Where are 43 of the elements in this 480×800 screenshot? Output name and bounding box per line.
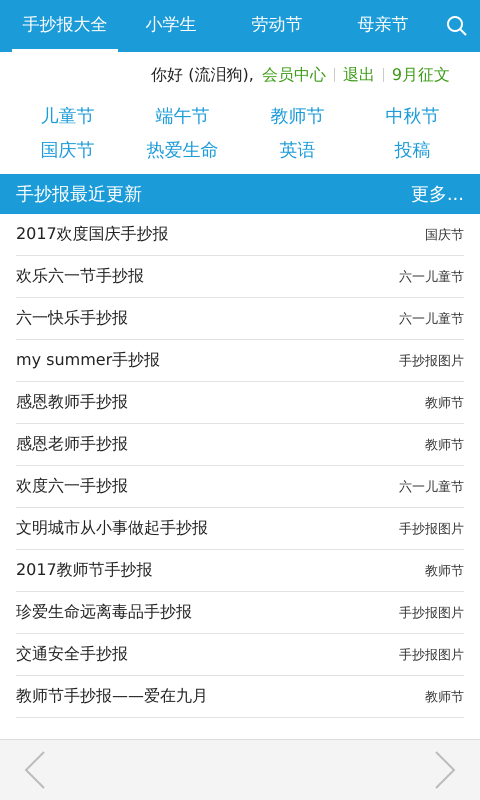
nav-tab[interactable]: 劳动节 — [224, 0, 330, 52]
article-link[interactable]: 感恩教师手抄报 — [16, 392, 128, 413]
article-category: 手抄报图片 — [399, 646, 464, 664]
article-link[interactable]: 文明城市从小事做起手抄报 — [16, 518, 208, 539]
article-category: 国庆节 — [425, 226, 464, 244]
article-category: 教师节 — [425, 436, 464, 454]
article-category: 手抄报图片 — [399, 352, 464, 370]
nav-tab[interactable]: 手抄报大全 — [12, 0, 118, 52]
article-category: 手抄报图片 — [399, 604, 464, 622]
article-link[interactable]: 欢乐六一节手抄报 — [16, 266, 144, 287]
nav-tab[interactable]: 小学生 — [118, 0, 224, 52]
article-link[interactable]: 教师节手抄报——爱在九月 — [16, 686, 208, 707]
category-link[interactable]: 中秋节 — [355, 104, 470, 128]
nav-tab[interactable]: 母亲节 — [330, 0, 436, 52]
section-title: 手抄报最近更新 — [16, 183, 142, 206]
article-link[interactable]: 交通安全手抄报 — [16, 644, 128, 665]
article-link[interactable]: 珍爱生命远离毒品手抄报 — [16, 602, 192, 623]
user-link[interactable]: 会员中心 — [262, 64, 326, 86]
article-category: 六一儿童节 — [399, 310, 464, 328]
article-link[interactable]: 感恩老师手抄报 — [16, 434, 128, 455]
article-category: 六一儿童节 — [399, 478, 464, 496]
category-link[interactable]: 国庆节 — [10, 138, 125, 162]
category-link[interactable]: 热爱生命 — [125, 138, 240, 162]
article-link[interactable]: 2017教师节手抄报 — [16, 560, 153, 581]
article-link[interactable]: my summer手抄报 — [16, 350, 160, 371]
user-link[interactable]: 退出 — [342, 64, 375, 86]
article-category: 手抄报图片 — [399, 520, 464, 538]
search-icon[interactable] — [446, 15, 468, 37]
article-link[interactable]: 欢度六一手抄报 — [16, 476, 128, 497]
article-category: 教师节 — [425, 394, 464, 412]
article-category: 教师节 — [425, 688, 464, 706]
category-link[interactable]: 投稿 — [355, 138, 470, 162]
category-link[interactable]: 英语 — [240, 138, 355, 162]
article-category: 六一儿童节 — [399, 268, 464, 286]
article-category: 教师节 — [425, 562, 464, 580]
category-link[interactable]: 端午节 — [125, 104, 240, 128]
article-link[interactable]: 2017欢度国庆手抄报 — [16, 224, 169, 245]
category-link[interactable]: 儿童节 — [10, 104, 125, 128]
greeting-text: 你好 (流泪狗), — [151, 64, 254, 86]
article-link[interactable]: 六一快乐手抄报 — [16, 308, 128, 329]
user-link[interactable]: 9月征文 — [392, 64, 450, 86]
more-link[interactable]: 更多... — [410, 182, 464, 206]
category-link[interactable]: 教师节 — [240, 104, 355, 128]
